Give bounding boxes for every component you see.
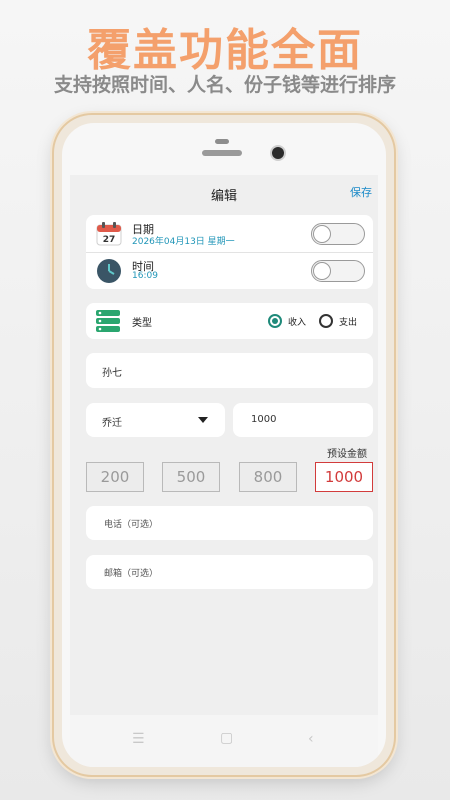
phone-body: 编辑 保存 27 日期 2026年04月13日 星期一 时间 16:09 类型 … xyxy=(62,123,386,767)
front-camera xyxy=(272,147,284,159)
phone-placeholder: 电话（可选） xyxy=(104,520,159,530)
event-dropdown[interactable]: 乔迁 xyxy=(86,403,225,437)
category-label: 类型 xyxy=(132,318,152,329)
email-placeholder: 邮箱（可选） xyxy=(104,569,159,579)
clock-icon xyxy=(97,259,121,283)
name-value: 孙七 xyxy=(102,368,122,379)
category-card: 类型 收入 支出 xyxy=(86,303,373,339)
calendar-icon: 27 xyxy=(96,222,122,246)
caret-down-icon xyxy=(198,417,208,423)
time-toggle[interactable] xyxy=(311,260,365,282)
phone-speaker xyxy=(202,150,242,156)
preset-800[interactable]: 800 xyxy=(239,462,297,492)
income-radio[interactable] xyxy=(268,314,282,328)
event-value: 乔迁 xyxy=(102,418,122,429)
name-field[interactable]: 孙七 xyxy=(86,353,373,388)
amount-value: 1000 xyxy=(251,414,277,425)
promo-headline: 覆盖功能全面 xyxy=(87,25,363,76)
stack-icon xyxy=(96,310,120,332)
system-nav-bar: ☰ ▢ ‹ xyxy=(70,715,378,767)
datetime-card: 27 日期 2026年04月13日 星期一 时间 16:09 xyxy=(86,215,373,289)
expense-radio[interactable] xyxy=(319,314,333,328)
promo-subline: 支持按照时间、人名、份子钱等进行排序 xyxy=(53,74,396,96)
menu-icon[interactable]: ☰ xyxy=(132,731,145,747)
phone-frame: 编辑 保存 27 日期 2026年04月13日 星期一 时间 16:09 类型 … xyxy=(54,115,394,775)
app-screen: 编辑 保存 27 日期 2026年04月13日 星期一 时间 16:09 类型 … xyxy=(70,175,378,715)
calendar-day: 27 xyxy=(103,235,116,245)
preset-200[interactable]: 200 xyxy=(86,462,144,492)
date-row[interactable]: 27 日期 2026年04月13日 星期一 xyxy=(86,215,373,252)
date-toggle-knob xyxy=(313,225,331,243)
home-icon[interactable]: ▢ xyxy=(220,730,233,746)
time-row[interactable]: 时间 16:09 xyxy=(86,253,373,289)
expense-label[interactable]: 支出 xyxy=(339,315,357,328)
back-icon[interactable]: ‹ xyxy=(308,731,314,747)
preset-500[interactable]: 500 xyxy=(162,462,220,492)
save-button[interactable]: 保存 xyxy=(350,184,372,200)
preset-title: 预设金额 xyxy=(327,449,367,460)
income-label[interactable]: 收入 xyxy=(288,315,306,328)
app-topbar: 编辑 保存 xyxy=(70,175,378,211)
date-value: 2026年04月13日 星期一 xyxy=(132,237,235,247)
time-toggle-knob xyxy=(313,262,331,280)
page-title: 编辑 xyxy=(210,189,237,204)
amount-input[interactable]: 1000 xyxy=(233,403,373,437)
date-toggle[interactable] xyxy=(311,223,365,245)
phone-sensor xyxy=(215,139,229,144)
email-field[interactable]: 邮箱（可选） xyxy=(86,555,373,589)
phone-number-field[interactable]: 电话（可选） xyxy=(86,506,373,540)
preset-1000[interactable]: 1000 xyxy=(315,462,373,492)
time-value: 16:09 xyxy=(132,271,158,281)
